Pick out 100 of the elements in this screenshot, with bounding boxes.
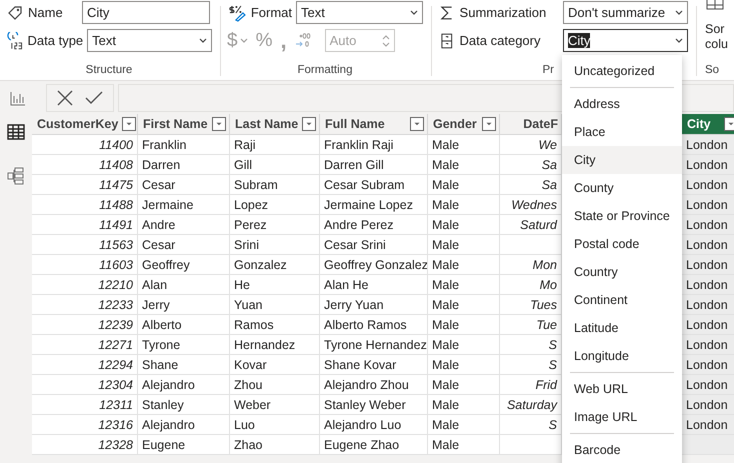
- table-cell: Kovar: [230, 355, 320, 375]
- table-cell: 11400: [32, 135, 138, 155]
- group-label: Formatting: [296, 64, 354, 76]
- menu-item[interactable]: Uncategorized: [562, 57, 682, 85]
- menu-item[interactable]: County: [562, 174, 682, 202]
- menu-item[interactable]: Image URL: [562, 403, 682, 431]
- table-cell: 11603: [32, 255, 138, 275]
- table-cell: Hernandez: [230, 335, 320, 355]
- table-cell: Jerry: [138, 295, 230, 315]
- table-cell: Geoffrey: [138, 255, 230, 275]
- table-cell: Cesar Subram: [320, 175, 428, 195]
- table-cell: London: [682, 395, 734, 415]
- table-cell: Yuan: [230, 295, 320, 315]
- table-cell: Male: [428, 195, 500, 215]
- menu-item[interactable]: Barcode: [562, 436, 682, 463]
- table-cell: 12304: [32, 375, 138, 395]
- column-header[interactable]: Gender: [428, 114, 500, 135]
- table-cell: Male: [428, 435, 500, 455]
- table-cell: Male: [428, 275, 500, 295]
- menu-item[interactable]: Longitude: [562, 342, 682, 370]
- table-cell: Male: [428, 235, 500, 255]
- table-cell: Stanley Weber: [320, 395, 428, 415]
- summarization-label: Summarization: [460, 5, 548, 20]
- table-cell: Male: [428, 295, 500, 315]
- table-cell: Gill: [230, 155, 320, 175]
- filter-dropdown-icon[interactable]: [724, 117, 734, 131]
- decimal-arrow-icon[interactable]: [294, 32, 311, 50]
- table-cell: 11491: [32, 215, 138, 235]
- table-cell: 12239: [32, 315, 138, 335]
- model-icon[interactable]: [6, 166, 26, 186]
- menu-item[interactable]: Latitude: [562, 314, 682, 342]
- column-header[interactable]: Full Name: [320, 114, 428, 135]
- menu-item[interactable]: State or Province: [562, 202, 682, 230]
- sort-by-column-button[interactable]: Sor colu: [705, 22, 734, 52]
- table-cell: Alan He: [320, 275, 428, 295]
- table-cell: 12233: [32, 295, 138, 315]
- table-cell: 11563: [32, 235, 138, 255]
- table-cell: 11488: [32, 195, 138, 215]
- table-cell: Shane: [138, 355, 230, 375]
- menu-item[interactable]: Web URL: [562, 375, 682, 403]
- table-cell: Male: [428, 375, 500, 395]
- table-cell: Lopez: [230, 195, 320, 215]
- menu-item[interactable]: Place: [562, 118, 682, 146]
- menu-item[interactable]: Continent: [562, 286, 682, 314]
- table-cell: Alberto: [138, 315, 230, 335]
- table-cell: Alejandro Zhou: [320, 375, 428, 395]
- table-cell: London: [682, 215, 734, 235]
- table-cell: 12271: [32, 335, 138, 355]
- table-cell: Subram: [230, 175, 320, 195]
- table-cell: Male: [428, 315, 500, 335]
- table-cell: London: [682, 255, 734, 275]
- table-cell: 11475: [32, 175, 138, 195]
- caret-icon: [675, 10, 683, 15]
- column-header[interactable]: Last Name: [230, 114, 320, 135]
- table-cell: Male: [428, 155, 500, 175]
- table-cell: Male: [428, 135, 500, 155]
- data-category-dropdown[interactable]: City: [562, 29, 688, 52]
- column-header[interactable]: First Name: [138, 114, 230, 135]
- format-label: Format: [250, 5, 292, 20]
- summarization-dropdown[interactable]: Don't summarize: [562, 1, 688, 24]
- name-label: Name: [28, 5, 64, 20]
- table-cell: London: [682, 235, 734, 255]
- caret-icon[interactable]: [240, 38, 248, 43]
- column-header[interactable]: CustomerKey: [32, 114, 138, 135]
- menu-item[interactable]: Postal code: [562, 230, 682, 258]
- table-cell: Male: [428, 355, 500, 375]
- table-cell: Zhou: [230, 375, 320, 395]
- filter-dropdown-icon[interactable]: [122, 117, 136, 131]
- table-cell: London: [682, 135, 734, 155]
- table-cell: Alejandro: [138, 375, 230, 395]
- filter-dropdown-icon[interactable]: [212, 117, 226, 131]
- table-cell: Perez: [230, 215, 320, 235]
- currency-percent-icon: [227, 4, 247, 22]
- filter-dropdown-icon[interactable]: [410, 117, 424, 131]
- filter-dropdown-icon[interactable]: [302, 117, 316, 131]
- column-header[interactable]: DateF: [500, 114, 562, 135]
- menu-item[interactable]: Country: [562, 258, 682, 286]
- column-header[interactable]: City: [682, 114, 734, 135]
- table-cell: Eugene Zhao: [320, 435, 428, 455]
- table-cell: Alejandro: [138, 415, 230, 435]
- table-cell: 12328: [32, 435, 138, 455]
- table-icon[interactable]: [6, 122, 26, 142]
- table-cell: Male: [428, 175, 500, 195]
- table-cell: Male: [428, 255, 500, 275]
- filter-dropdown-icon[interactable]: [482, 117, 496, 131]
- table-cell: Franklin Raji: [320, 135, 428, 155]
- data-type-dropdown[interactable]: Text: [87, 29, 212, 52]
- menu-item[interactable]: Address: [562, 90, 682, 118]
- menu-item[interactable]: City: [562, 146, 682, 174]
- grid-icon: [705, 0, 725, 10]
- check-icon[interactable]: [85, 90, 103, 104]
- name-field[interactable]: City: [82, 1, 210, 24]
- close-icon[interactable]: [57, 90, 73, 106]
- table-cell: 12294: [32, 355, 138, 375]
- table-cell: London: [682, 335, 734, 355]
- table-cell: Jermaine Lopez: [320, 195, 428, 215]
- table-cell: Darren: [138, 155, 230, 175]
- table-cell: Male: [428, 395, 500, 415]
- tag-icon: [6, 4, 24, 22]
- table-cell: Eugene: [138, 435, 230, 455]
